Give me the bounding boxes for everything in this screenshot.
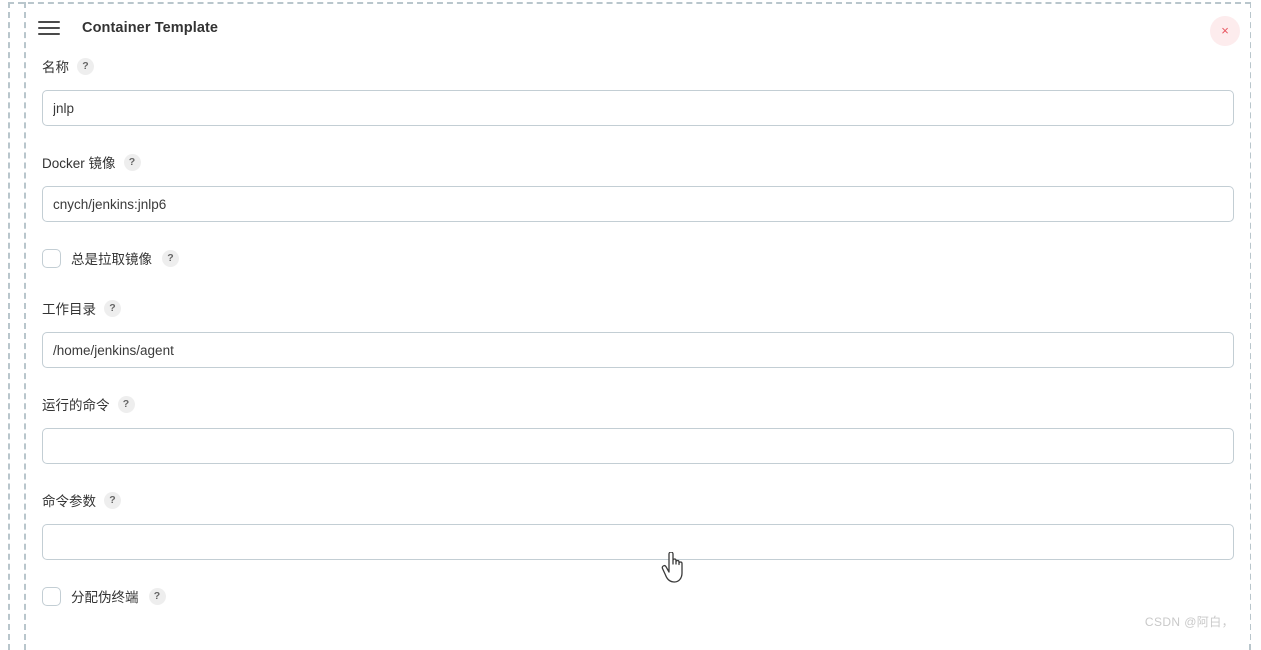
hamburger-bar [38, 21, 60, 23]
field-name: 名称 ? [42, 52, 1234, 126]
field-label-row: 工作目录 ? [42, 294, 1234, 322]
close-icon[interactable]: × [1210, 16, 1240, 46]
form-body: 名称 ? Docker 镜像 ? 总是拉取镜像 ? 工 [26, 52, 1250, 616]
field-label-row: 命令参数 ? [42, 486, 1234, 514]
command-arguments-input[interactable] [42, 524, 1234, 560]
field-working-directory: 工作目录 ? [42, 294, 1234, 368]
field-command-arguments: 命令参数 ? [42, 486, 1234, 560]
field-label-row: 名称 ? [42, 52, 1234, 80]
field-label-name: 名称 [42, 60, 69, 75]
field-allocate-pseudo-tty[interactable]: 分配伪终端 ? [42, 576, 1234, 616]
hamburger-icon[interactable] [38, 19, 60, 37]
field-docker-image: Docker 镜像 ? [42, 148, 1234, 222]
allocate-pseudo-tty-checkbox[interactable] [42, 586, 61, 606]
page-title: Container Template [82, 20, 219, 36]
container-template-panel: Container Template × 名称 ? Docker 镜像 ? [26, 4, 1250, 640]
help-icon[interactable]: ? [123, 153, 141, 171]
field-label-run-command: 运行的命令 [42, 398, 110, 413]
docker-image-input[interactable] [42, 186, 1234, 222]
run-command-input[interactable] [42, 428, 1234, 464]
hamburger-bar [38, 33, 60, 35]
name-input[interactable] [42, 90, 1234, 126]
field-label-always-pull-image: 总是拉取镜像 [71, 252, 152, 267]
field-label-row: 运行的命令 ? [42, 390, 1234, 418]
help-icon[interactable]: ? [117, 395, 135, 413]
panel-header: Container Template × [26, 4, 1250, 52]
help-icon[interactable]: ? [104, 491, 121, 509]
always-pull-image-checkbox[interactable] [42, 248, 61, 268]
help-icon[interactable]: ? [162, 249, 179, 267]
hamburger-bar [38, 27, 60, 29]
field-always-pull-image[interactable]: 总是拉取镜像 ? [42, 238, 1234, 278]
field-label-docker-image: Docker 镜像 [42, 156, 116, 171]
field-label-allocate-pseudo-tty: 分配伪终端 [71, 590, 139, 605]
field-label-row: Docker 镜像 ? [42, 148, 1234, 176]
field-label-command-arguments: 命令参数 [42, 494, 96, 509]
help-icon[interactable]: ? [77, 57, 94, 75]
field-run-command: 运行的命令 ? [42, 390, 1234, 464]
field-label-working-directory: 工作目录 [42, 302, 96, 317]
help-icon[interactable]: ? [104, 299, 121, 317]
help-icon[interactable]: ? [148, 587, 166, 605]
working-directory-input[interactable] [42, 332, 1234, 368]
watermark: CSDN @阿白， [1144, 615, 1234, 629]
